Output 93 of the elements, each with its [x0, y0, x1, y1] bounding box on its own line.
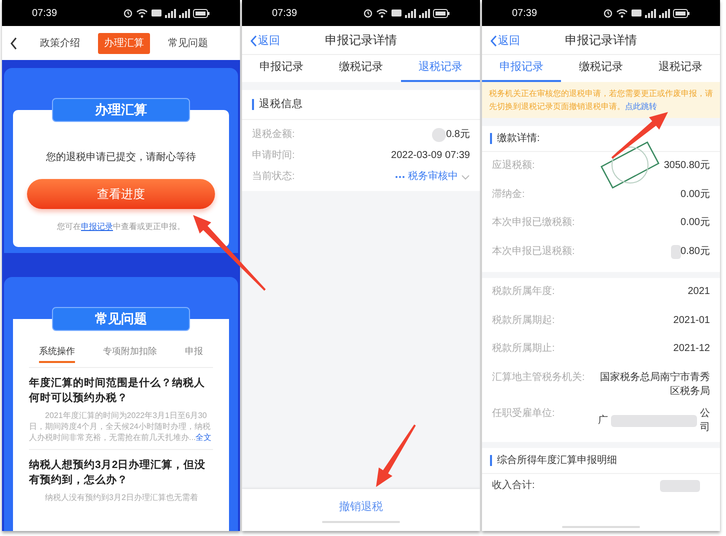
hd-icon [631, 8, 642, 18]
field-label: 任职受雇单位: [492, 406, 555, 420]
battery-icon [673, 8, 690, 18]
field-value: 0.80元 [680, 244, 710, 258]
field-label: 税款所属年度: [492, 285, 555, 299]
field-value: 2022-03-09 07:39 [391, 149, 470, 163]
field-label: 收入合计: [492, 478, 535, 493]
wifi-icon [376, 8, 388, 18]
loading-dots-icon [395, 174, 405, 178]
section-marker [252, 99, 254, 110]
tab[interactable]: 专项附加扣除 [103, 345, 157, 362]
field-label: 当前状态: [252, 170, 295, 184]
hd-icon [151, 8, 162, 18]
card-title: 常见问题 [52, 307, 190, 331]
battery-icon [433, 8, 450, 18]
field-label: 税款所属期起: [492, 314, 555, 328]
alarm-icon [603, 8, 613, 18]
page-title: 申报记录详情 [565, 32, 637, 49]
field-value: 国家税务总局南宁市青秀区税务局 [599, 370, 710, 398]
field-value: 0.00元 [680, 188, 710, 202]
field-value: 3050.80元 [664, 159, 710, 173]
back-chevron-icon [250, 35, 258, 48]
field-label: 退税金额: [252, 128, 295, 142]
field-value: 2021-12 [673, 342, 710, 356]
field-value: 0.00元 [680, 216, 710, 230]
field-label: 应退税额: [492, 159, 535, 173]
notice-banner: 税务机关正在审核您的退税申请，若您需要更正或作废申报，请先切换到退税记录页面撤销退税申请。点此跳转 [482, 82, 720, 118]
annotation-arrow [611, 112, 668, 159]
stamp-icon [600, 141, 660, 189]
alarm-icon [363, 8, 373, 18]
tab[interactable]: 政策介绍 [34, 32, 86, 54]
field-label: 税款所属期止: [492, 342, 555, 356]
field-value: 0.8元 [446, 128, 470, 142]
question-summary: 纳税人没有预约到3月2日办理汇算也无需着 [44, 492, 199, 502]
signal-icon [419, 8, 430, 18]
alarm-icon [123, 8, 133, 18]
record-link[interactable]: 申报记录 [81, 222, 113, 231]
question-title: 年度汇算的时间范围是什么？纳税人何时可以预约办税？ [29, 376, 206, 406]
back-button[interactable]: 返回 [250, 33, 280, 50]
back-chevron-icon [10, 36, 18, 50]
tab[interactable]: 缴税记录 [321, 55, 401, 82]
field-label: 本次申报已缴税额: [492, 216, 575, 230]
field-label: 滞纳金: [492, 188, 525, 202]
section-title: 退税信息 [259, 96, 303, 112]
annotation-arrow [376, 424, 416, 487]
tab[interactable]: 系统操作 [39, 345, 75, 362]
tab[interactable]: 申报记录 [242, 55, 322, 82]
message-text: 您的退税申请已提交，请耐心等待 [46, 150, 196, 165]
question-title: 纳税人想预约3月2日办理汇算，但没有预约到，怎么办？ [29, 458, 207, 488]
status-time: 07:39 [512, 6, 538, 20]
status-time: 07:39 [32, 6, 58, 20]
signal-icon [645, 8, 656, 18]
field-value: 2021 [688, 285, 710, 299]
tab[interactable]: 常见问题 [162, 32, 214, 54]
field-label: 申请时间: [252, 148, 295, 163]
status-value: 税务审核中 [408, 170, 458, 184]
field-label: 本次申报已退税额: [492, 244, 575, 258]
signal-icon [165, 8, 176, 18]
battery-icon [193, 8, 210, 18]
tab[interactable]: 申报 [185, 345, 203, 362]
tab[interactable]: 办理汇算 [98, 32, 150, 54]
section-title: 综合所得年度汇算申报明细 [497, 454, 617, 468]
section-marker [490, 133, 492, 144]
signal-icon [405, 8, 416, 18]
blurred-area [660, 480, 700, 492]
hd-icon [391, 8, 402, 18]
cancel-refund-button[interactable]: 撤销退税 [331, 496, 391, 518]
field-value: 公司 [700, 406, 710, 434]
note-text: 您可在申报记录中查看或更正申报。 [57, 221, 185, 233]
section-marker [490, 454, 492, 466]
signal-icon [179, 8, 190, 18]
back-button[interactable]: 返回 [490, 33, 520, 50]
signal-icon [659, 8, 670, 18]
blurred-area [670, 244, 681, 258]
wifi-icon [616, 8, 628, 18]
question-summary: 2021年度汇算的时间为2022年3月1日至6月30日，期间跨度4个月，全天候24小时随时办理，纳税人办税时间非常充裕，无需抢在前几天扎堆办...全文 [29, 410, 213, 442]
section-title: 缴款详情: [497, 132, 540, 146]
tab[interactable]: 缴税记录 [561, 55, 641, 82]
chevron-down-icon [461, 174, 470, 180]
tab[interactable]: 退税记录 [640, 55, 720, 82]
tab[interactable]: 退税记录 [400, 55, 480, 82]
status-time: 07:39 [272, 6, 298, 20]
blurred-area [432, 128, 446, 142]
card-title: 办理汇算 [52, 98, 190, 122]
field-value: 2021-01 [673, 314, 710, 328]
jump-link[interactable]: 点此跳转 [625, 102, 657, 111]
wifi-icon [136, 8, 148, 18]
field-value: 广 [598, 414, 608, 428]
field-label: 汇算地主管税务机关: [492, 370, 585, 384]
full-text-link[interactable]: 全文 [196, 432, 212, 442]
page-title: 申报记录详情 [325, 32, 397, 49]
back-chevron-icon [490, 35, 498, 48]
view-progress-button[interactable]: 查看进度 [27, 179, 215, 209]
